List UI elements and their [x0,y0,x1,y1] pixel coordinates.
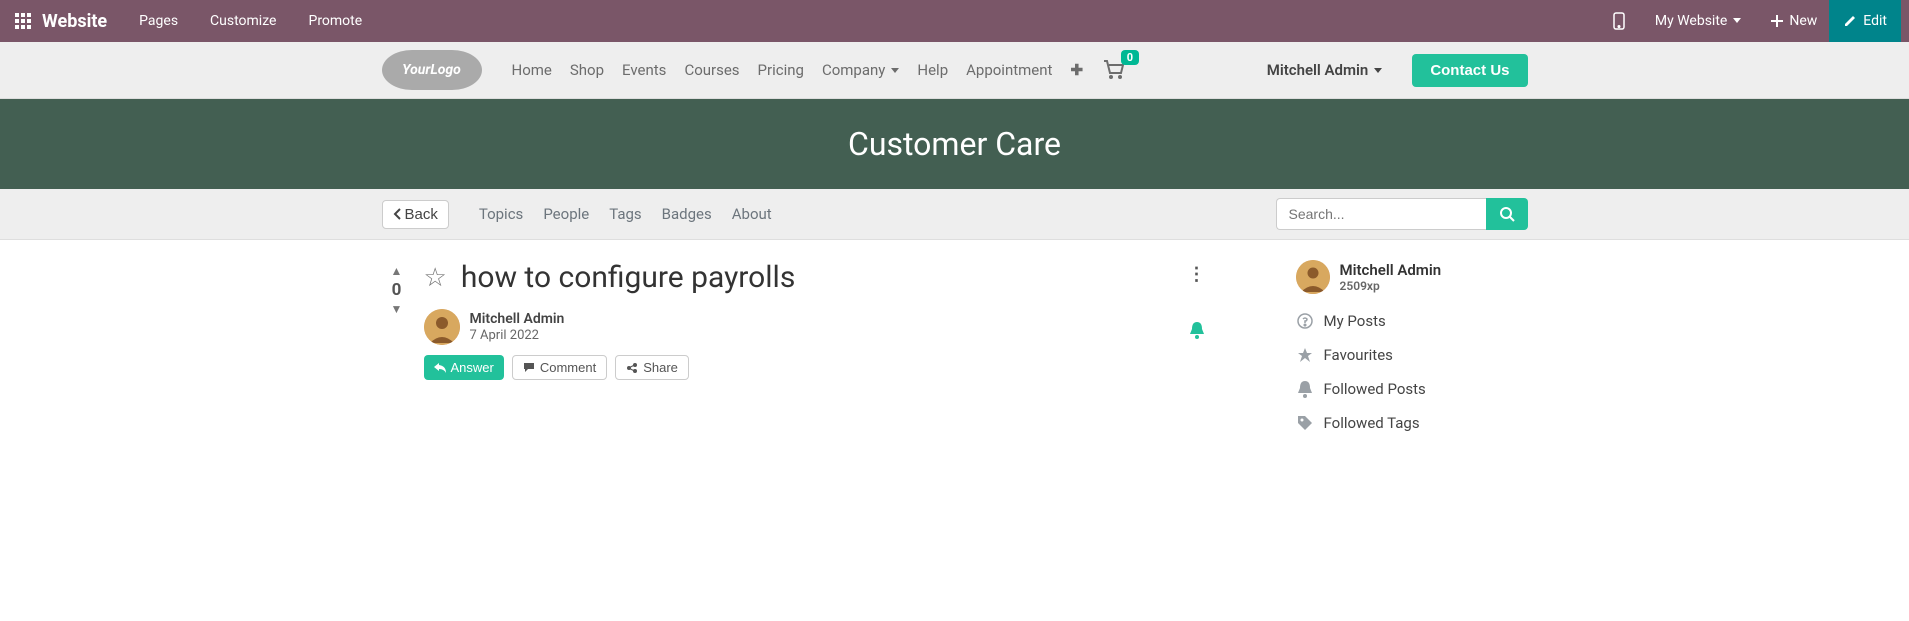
my-website-label: My Website [1655,13,1727,29]
edit-label: Edit [1863,13,1887,29]
nav-pricing[interactable]: Pricing [758,61,804,79]
reply-icon [434,363,446,373]
comment-label: Comment [540,360,596,375]
nav-add-icon[interactable]: ✚ [1070,61,1083,79]
cart-icon[interactable]: 0 [1103,60,1125,80]
top-menu-customize[interactable]: Customize [210,13,276,29]
cart-badge: 0 [1121,50,1139,65]
profile-name[interactable]: Mitchell Admin [1340,261,1442,279]
app-name[interactable]: Website [42,11,107,32]
tab-badges[interactable]: Badges [662,205,712,223]
side-my-posts[interactable]: My Posts [1296,312,1528,330]
post-date: 7 April 2022 [470,328,565,344]
user-name: Mitchell Admin [1267,61,1369,79]
mobile-preview-icon[interactable] [1607,0,1631,42]
nav-home[interactable]: Home [512,61,552,79]
my-website-dropdown[interactable]: My Website [1649,0,1747,42]
tab-about[interactable]: About [732,205,772,223]
tab-people[interactable]: People [543,205,589,223]
nav-courses[interactable]: Courses [684,61,739,79]
notifications-bell-icon[interactable] [1189,321,1205,339]
side-followed-tags[interactable]: Followed Tags [1296,414,1528,432]
side-favourites[interactable]: Favourites [1296,346,1528,364]
new-button[interactable]: New [1765,0,1823,42]
author-name[interactable]: Mitchell Admin [470,311,565,328]
plus-icon [1771,15,1783,27]
nav-help[interactable]: Help [917,61,948,79]
nav-events[interactable]: Events [622,61,666,79]
search-button[interactable] [1486,198,1528,230]
side-followed-posts[interactable]: Followed Posts [1296,380,1528,398]
profile-xp: 2509xp [1340,279,1442,293]
search-input[interactable] [1276,198,1486,230]
tag-icon [1296,415,1314,431]
vote-count: 0 [392,280,402,300]
side-my-posts-label: My Posts [1324,312,1386,330]
search-icon [1499,206,1515,222]
new-label: New [1789,13,1817,29]
side-followed-posts-label: Followed Posts [1324,380,1426,398]
top-menu-promote[interactable]: Promote [308,13,362,29]
question-circle-icon [1296,313,1314,329]
answer-button[interactable]: Answer [424,355,504,380]
tab-tags[interactable]: Tags [609,205,641,223]
nav-shop[interactable]: Shop [570,61,604,79]
favorite-star-icon[interactable]: ☆ [424,263,447,293]
profile-avatar[interactable] [1296,260,1330,294]
author-avatar[interactable] [424,309,460,345]
tab-topics[interactable]: Topics [479,205,523,223]
side-followed-tags-label: Followed Tags [1324,414,1420,432]
share-button[interactable]: Share [615,355,689,380]
nav-appointment[interactable]: Appointment [966,61,1052,79]
question-title: how to configure payrolls [461,260,796,295]
back-label: Back [405,206,438,223]
share-label: Share [643,360,678,375]
more-options-icon[interactable]: ⋮ [1188,264,1206,285]
apps-icon[interactable] [8,13,38,29]
contact-button[interactable]: Contact Us [1412,54,1527,87]
answer-label: Answer [451,360,494,375]
pencil-icon [1843,14,1857,28]
caret-down-icon [1374,68,1382,73]
star-icon [1296,347,1314,363]
comment-icon [523,362,535,373]
nav-company[interactable]: Company [822,61,899,79]
top-menu-pages[interactable]: Pages [139,13,178,29]
edit-button[interactable]: Edit [1829,0,1901,42]
chevron-left-icon [393,208,401,220]
vote-up[interactable]: ▲ [391,264,403,278]
side-favourites-label: Favourites [1324,346,1393,364]
vote-down[interactable]: ▼ [391,302,403,316]
back-button[interactable]: Back [382,200,449,229]
user-dropdown[interactable]: Mitchell Admin [1267,61,1383,79]
caret-down-icon [1733,18,1741,24]
site-logo[interactable]: YourLogo [382,50,482,90]
bell-icon [1296,380,1314,398]
caret-down-icon [891,68,899,73]
comment-button[interactable]: Comment [512,355,607,380]
hero-title: Customer Care [0,99,1909,189]
share-icon [626,362,638,374]
